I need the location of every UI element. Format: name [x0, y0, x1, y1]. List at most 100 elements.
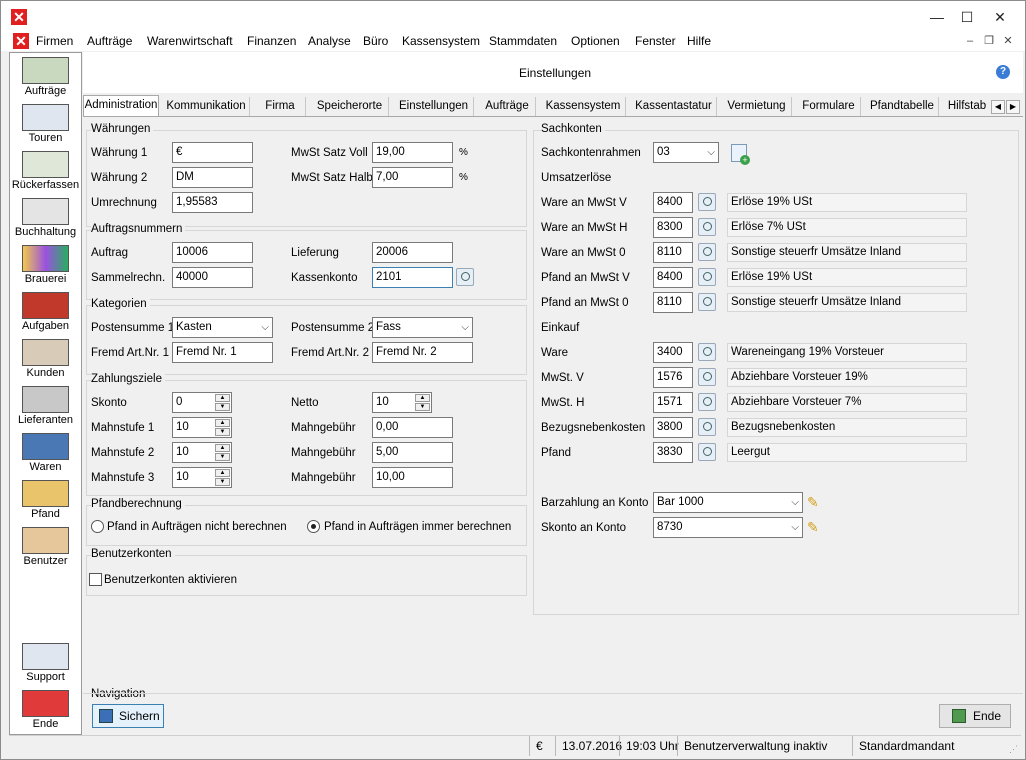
waehrung2-input[interactable]: DM	[172, 167, 253, 188]
menu-auftraege[interactable]: Aufträge	[87, 34, 132, 48]
mdi-minimize-icon[interactable]: –	[963, 34, 977, 48]
spin-down-icon[interactable]: ▼	[415, 403, 430, 411]
kassenkonto-input[interactable]: 2101	[372, 267, 453, 288]
save-button[interactable]: Sichern	[92, 704, 164, 728]
barzahlung-select[interactable]: Bar 1000 ⌵	[653, 492, 803, 513]
document-icon[interactable]: ✕	[13, 33, 29, 49]
mahnstufe1-spinner[interactable]: 10 ▲ ▼	[172, 417, 232, 438]
pencil-icon[interactable]: ✎	[807, 494, 823, 510]
sidebar-item-aufgaben[interactable]: Aufgaben	[10, 290, 81, 334]
pfand-immer-label[interactable]: Pfand in Aufträgen immer berechnen	[324, 521, 511, 533]
search-icon[interactable]	[698, 368, 716, 386]
search-icon[interactable]	[456, 268, 474, 286]
konto-input[interactable]: 8110	[653, 242, 693, 263]
search-icon[interactable]	[698, 393, 716, 411]
konto-input[interactable]: 3800	[653, 417, 693, 438]
menu-fenster[interactable]: Fenster	[635, 34, 676, 48]
menu-buero[interactable]: Büro	[363, 34, 388, 48]
search-icon[interactable]	[698, 343, 716, 361]
tab-kassensystem[interactable]: Kassensystem	[541, 97, 626, 117]
mahngebuehr1-input[interactable]: 0,00	[372, 417, 453, 438]
konto-input[interactable]: 8110	[653, 292, 693, 313]
tab-kassentastatur[interactable]: Kassentastatur	[631, 97, 717, 117]
sidebar-item-waren[interactable]: Waren	[10, 431, 81, 475]
tab-auftraege[interactable]: Aufträge	[479, 97, 536, 117]
menu-optionen[interactable]: Optionen	[571, 34, 620, 48]
menu-warenwirtschaft[interactable]: Warenwirtschaft	[147, 34, 233, 48]
sidebar-item-kunden[interactable]: Kunden	[10, 337, 81, 381]
auftrag-input[interactable]: 10006	[172, 242, 253, 263]
menu-kassensystem[interactable]: Kassensystem	[402, 34, 480, 48]
close-icon[interactable]: ✕	[990, 7, 1010, 27]
tab-firma[interactable]: Firma	[255, 97, 306, 117]
search-icon[interactable]	[698, 293, 716, 311]
search-icon[interactable]	[698, 243, 716, 261]
postensumme2-select[interactable]: Fass ⌵	[372, 317, 473, 338]
konto-input[interactable]: 3830	[653, 442, 693, 463]
spin-down-icon[interactable]: ▼	[215, 403, 230, 411]
mahnstufe3-spinner[interactable]: 10 ▲ ▼	[172, 467, 232, 488]
sidebar-item-pfand[interactable]: Pfand	[10, 478, 81, 522]
tab-hilfstab[interactable]: Hilfstab	[944, 97, 990, 117]
benutzerkonten-label[interactable]: Benutzerkonten aktivieren	[104, 574, 237, 586]
search-icon[interactable]	[698, 418, 716, 436]
maximize-icon[interactable]: ☐	[957, 7, 977, 27]
tab-formulare[interactable]: Formulare	[797, 97, 861, 117]
end-button[interactable]: Ende	[939, 704, 1011, 728]
tab-speicherorte[interactable]: Speicherorte	[311, 97, 389, 117]
minimize-icon[interactable]: —	[927, 7, 947, 27]
waehrung1-input[interactable]: €	[172, 142, 253, 163]
skonto-konto-select[interactable]: 8730 ⌵	[653, 517, 803, 538]
tab-vermietung[interactable]: Vermietung	[722, 97, 792, 117]
spin-up-icon[interactable]: ▲	[215, 469, 230, 477]
spin-up-icon[interactable]: ▲	[215, 419, 230, 427]
search-icon[interactable]	[698, 218, 716, 236]
menu-stammdaten[interactable]: Stammdaten	[489, 34, 557, 48]
konto-input[interactable]: 1576	[653, 367, 693, 388]
mahngebuehr2-input[interactable]: 5,00	[372, 442, 453, 463]
postensumme1-select[interactable]: Kasten ⌵	[172, 317, 273, 338]
search-icon[interactable]	[698, 443, 716, 461]
mdi-restore-icon[interactable]: ❐	[982, 34, 996, 48]
mwst-voll-input[interactable]: 19,00	[372, 142, 453, 163]
sidebar-item-buchhaltung[interactable]: Buchhaltung	[10, 196, 81, 240]
lieferung-input[interactable]: 20006	[372, 242, 453, 263]
netto-spinner[interactable]: 10 ▲ ▼	[372, 392, 432, 413]
pfand-nicht-radio[interactable]	[91, 520, 104, 533]
mahnstufe2-spinner[interactable]: 10 ▲ ▼	[172, 442, 232, 463]
help-icon[interactable]: ?	[996, 65, 1010, 79]
mwst-halb-input[interactable]: 7,00	[372, 167, 453, 188]
konto-input[interactable]: 8400	[653, 267, 693, 288]
spin-up-icon[interactable]: ▲	[415, 394, 430, 402]
sidebar-item-brauerei[interactable]: Brauerei	[10, 243, 81, 287]
spin-down-icon[interactable]: ▼	[215, 428, 230, 436]
sidebar-item-rueckerfassen[interactable]: Rückerfassen	[10, 149, 81, 193]
menu-analyse[interactable]: Analyse	[308, 34, 351, 48]
spin-down-icon[interactable]: ▼	[215, 453, 230, 461]
umrechnung-input[interactable]: 1,95583	[172, 192, 253, 213]
mahngebuehr3-input[interactable]: 10,00	[372, 467, 453, 488]
menu-hilfe[interactable]: Hilfe	[687, 34, 711, 48]
sidebar-item-benutzer[interactable]: Benutzer	[10, 525, 81, 569]
sidebar-item-lieferanten[interactable]: Lieferanten	[10, 384, 81, 428]
sidebar-item-support[interactable]: Support	[10, 641, 81, 685]
search-icon[interactable]	[698, 193, 716, 211]
skonto-spinner[interactable]: 0 ▲ ▼	[172, 392, 232, 413]
spin-up-icon[interactable]: ▲	[215, 444, 230, 452]
sidebar-item-auftraege[interactable]: Aufträge	[10, 55, 81, 99]
tab-kommunikation[interactable]: Kommunikation	[163, 97, 250, 117]
menu-finanzen[interactable]: Finanzen	[247, 34, 296, 48]
spin-up-icon[interactable]: ▲	[215, 394, 230, 402]
pfand-immer-radio[interactable]	[307, 520, 320, 533]
benutzerkonten-checkbox[interactable]	[89, 573, 102, 586]
search-icon[interactable]	[698, 268, 716, 286]
konto-input[interactable]: 1571	[653, 392, 693, 413]
fremd-artnr2-input[interactable]: Fremd Nr. 2	[372, 342, 473, 363]
menu-firmen[interactable]: Firmen	[36, 34, 73, 48]
mdi-close-icon[interactable]: ✕	[1001, 34, 1015, 48]
tab-pfandtabelle[interactable]: Pfandtabelle	[866, 97, 939, 117]
sidebar-item-ende[interactable]: Ende	[10, 688, 81, 732]
sachkontenrahmen-select[interactable]: 03 ⌵	[653, 142, 719, 163]
pfand-nicht-label[interactable]: Pfand in Aufträgen nicht berechnen	[107, 521, 287, 533]
tab-administration[interactable]: Administration	[83, 95, 159, 118]
